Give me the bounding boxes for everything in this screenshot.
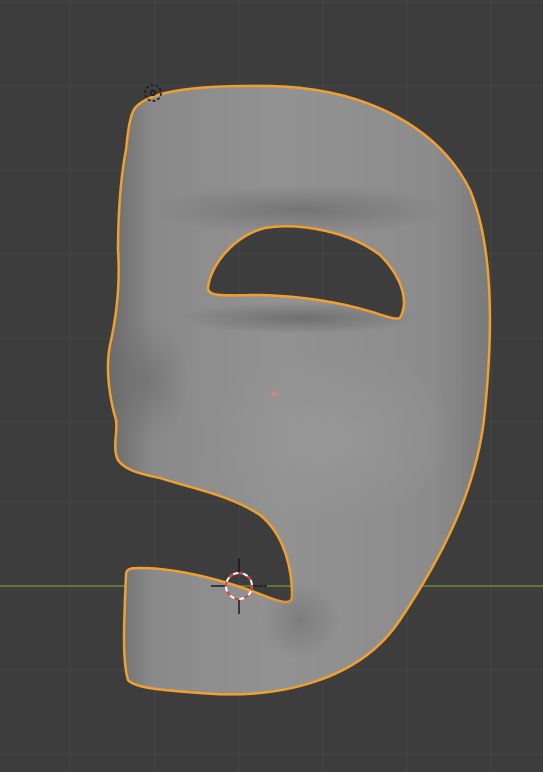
- under-eye-shadow: [180, 302, 420, 334]
- viewport-canvas[interactable]: [0, 0, 543, 772]
- cheek-highlight: [190, 340, 450, 520]
- 3d-viewport[interactable]: [0, 0, 543, 772]
- origin-point-icon: [271, 391, 277, 397]
- nose-shadow: [110, 320, 190, 440]
- mask-mesh[interactable]: [106, 84, 492, 696]
- chin-shadow: [260, 580, 340, 660]
